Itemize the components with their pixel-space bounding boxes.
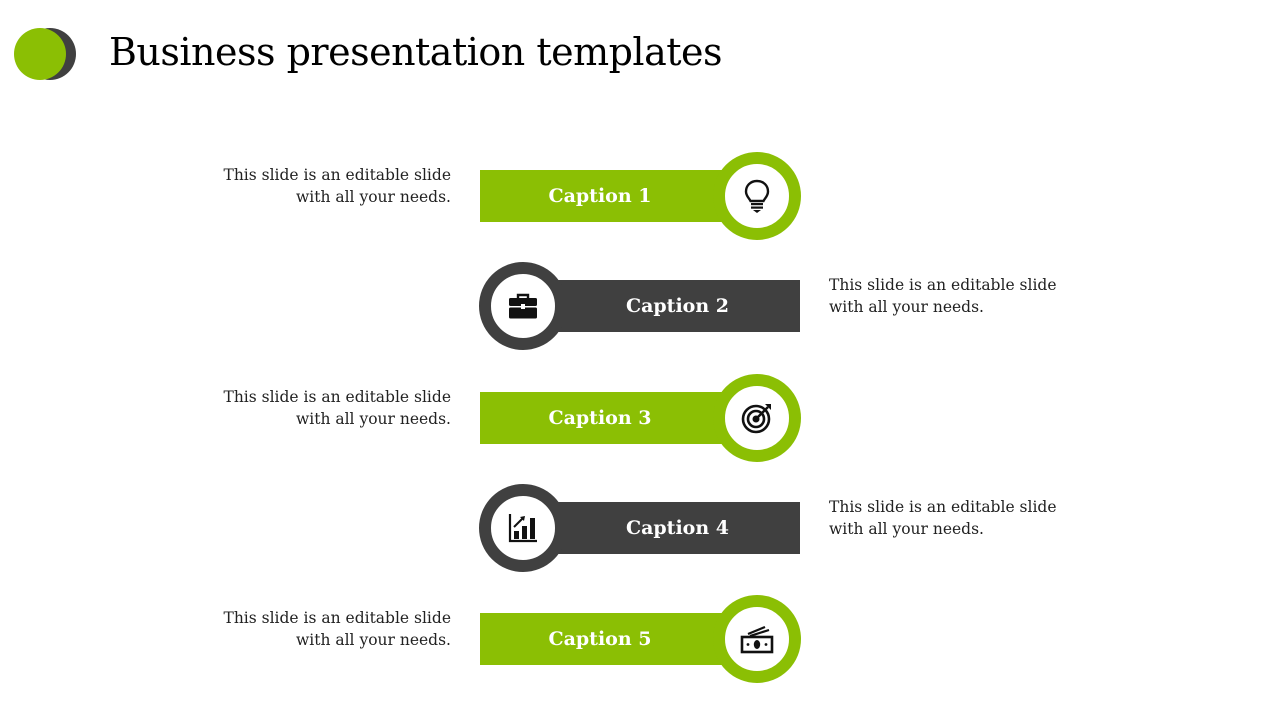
- description-line: with all your needs.: [296, 188, 451, 206]
- icon-ring-5: [713, 595, 801, 683]
- bar-chart-icon: [508, 514, 537, 543]
- description-line: This slide is an editable slide: [223, 388, 451, 406]
- caption-label: Caption 5: [548, 628, 652, 650]
- icon-ring-1: [713, 152, 801, 240]
- page-title: Business presentation templates: [109, 30, 723, 74]
- icon-ring-3: [713, 374, 801, 462]
- description-3: This slide is an editable slide with all…: [223, 386, 451, 430]
- target-icon: [741, 404, 771, 434]
- caption-label: Caption 1: [548, 185, 652, 207]
- caption-bar-2: Caption 2: [545, 280, 800, 332]
- description-5: This slide is an editable slide with all…: [223, 607, 451, 651]
- caption-label: Caption 3: [548, 407, 652, 429]
- description-line: with all your needs.: [296, 631, 451, 649]
- description-2: This slide is an editable slide with all…: [829, 274, 1057, 318]
- icon-ring-2: [479, 262, 567, 350]
- description-line: with all your needs.: [296, 410, 451, 428]
- briefcase-icon: [509, 293, 537, 319]
- caption-row-5: This slide is an editable slide with all…: [0, 595, 1280, 685]
- description-line: with all your needs.: [829, 298, 984, 316]
- lightbulb-icon: [744, 179, 770, 213]
- description-4: This slide is an editable slide with all…: [829, 496, 1057, 540]
- description-line: This slide is an editable slide: [223, 166, 451, 184]
- caption-row-2: Caption 2 This slide is an editable slid…: [0, 262, 1280, 352]
- description-line: with all your needs.: [829, 520, 984, 538]
- caption-row-4: Caption 4 This slide is an editable slid…: [0, 484, 1280, 574]
- money-icon: [740, 625, 774, 654]
- caption-row-3: This slide is an editable slide with all…: [0, 374, 1280, 464]
- caption-bar-4: Caption 4: [545, 502, 800, 554]
- description-line: This slide is an editable slide: [829, 276, 1057, 294]
- description-line: This slide is an editable slide: [223, 609, 451, 627]
- caption-row-1: This slide is an editable slide with all…: [0, 152, 1280, 242]
- icon-ring-4: [479, 484, 567, 572]
- logo-circles: [14, 28, 76, 80]
- description-1: This slide is an editable slide with all…: [223, 164, 451, 208]
- caption-label: Caption 2: [625, 295, 730, 317]
- caption-label: Caption 4: [625, 517, 730, 539]
- description-line: This slide is an editable slide: [829, 498, 1057, 516]
- logo-circle-green: [14, 28, 66, 80]
